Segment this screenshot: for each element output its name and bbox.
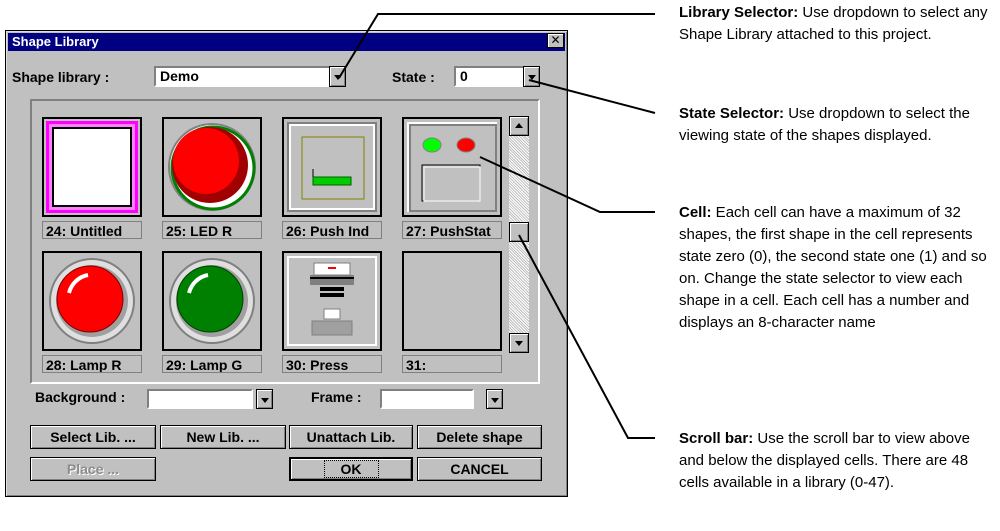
- state-selector-callout: State Selector: Use dropdown to select t…: [679, 105, 970, 144]
- scroll-bar-callout: Scroll bar: Use the scroll bar to view a…: [679, 430, 970, 491]
- library-selector-callout: Library Selector: Use dropdown to select…: [679, 4, 988, 43]
- cell-callout: Cell: Each cell can have a maximum of 32…: [679, 204, 987, 331]
